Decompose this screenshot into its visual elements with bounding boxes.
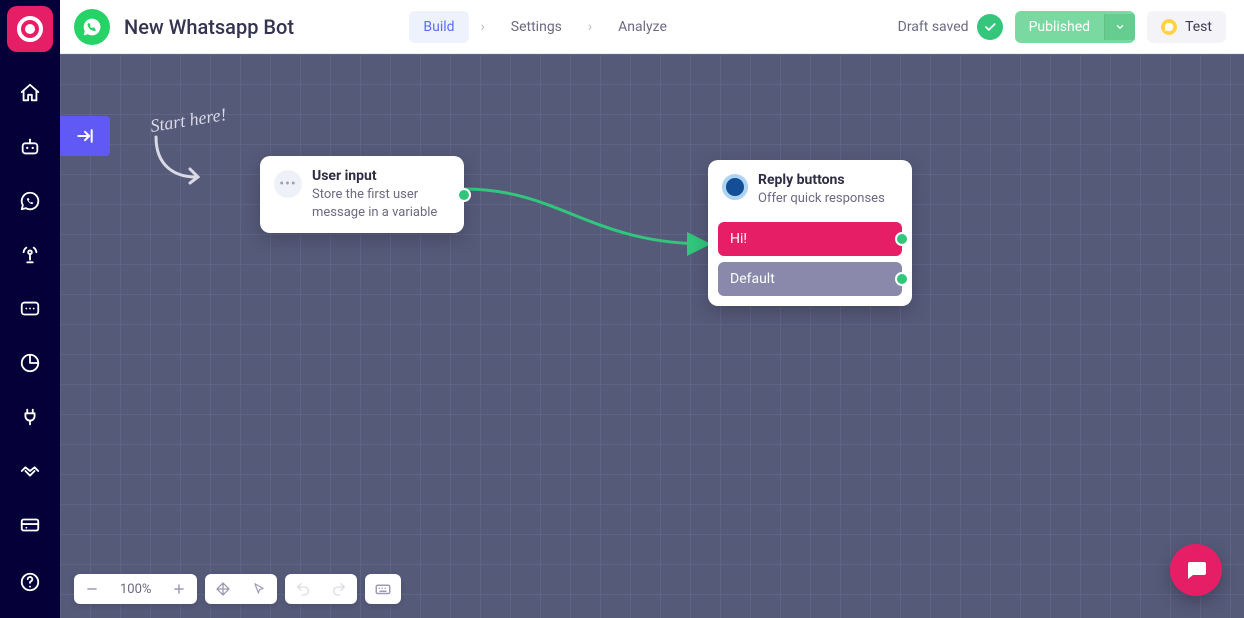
app-sidebar [0, 0, 60, 618]
test-button[interactable]: Test [1147, 11, 1226, 43]
flow-canvas[interactable]: Start here! ••• User input Store the fir… [60, 54, 1244, 618]
select-tool-button[interactable] [241, 574, 277, 604]
header-actions: Draft saved Published Test [898, 11, 1226, 43]
nav-home[interactable] [10, 73, 50, 113]
tab-separator: › [481, 19, 485, 35]
app-logo[interactable] [7, 6, 53, 52]
test-label: Test [1185, 19, 1212, 35]
cursor-icon [252, 582, 266, 596]
tab-build[interactable]: Build [409, 11, 468, 43]
help-icon [19, 571, 41, 593]
pan-tool-button[interactable] [205, 574, 241, 604]
undo-button[interactable] [285, 574, 321, 604]
plus-icon [172, 582, 186, 596]
nav-billing[interactable] [10, 505, 50, 545]
analytics-icon [19, 352, 41, 374]
draft-status: Draft saved [898, 14, 1003, 40]
support-chat-button[interactable] [1170, 544, 1222, 596]
broadcast-icon [19, 244, 41, 266]
channel-whatsapp-icon [74, 9, 110, 45]
node-title: User input [312, 168, 450, 184]
reply-option-label: Default [730, 271, 775, 287]
builder-tabs: Build › Settings › Analyze [409, 11, 681, 43]
nav-integrations[interactable] [10, 397, 50, 437]
whatsapp-icon [19, 190, 41, 212]
zoom-in-button[interactable] [161, 574, 197, 604]
publish-button[interactable]: Published [1015, 11, 1135, 43]
node-reply-buttons[interactable]: Reply buttons Offer quick responses Hi! … [708, 160, 912, 306]
cursor-mode-controls [205, 574, 277, 604]
home-icon [19, 82, 41, 104]
keyboard-icon [374, 580, 392, 598]
draft-status-label: Draft saved [898, 19, 969, 35]
zoom-out-button[interactable] [74, 574, 110, 604]
nav-bots[interactable] [10, 127, 50, 167]
chevron-down-icon[interactable] [1104, 14, 1135, 40]
node-user-input[interactable]: ••• User input Store the first user mess… [260, 156, 464, 233]
nav-inbox[interactable] [10, 289, 50, 329]
check-icon [977, 14, 1003, 40]
nav-whatsapp[interactable] [10, 181, 50, 221]
nav-broadcast[interactable] [10, 235, 50, 275]
node-desc: Store the first user message in a variab… [312, 186, 450, 221]
tab-analyze[interactable]: Analyze [604, 11, 681, 43]
reply-option-label: Hi! [730, 231, 747, 247]
bot-icon [19, 136, 41, 158]
history-controls [285, 574, 357, 604]
panel-collapse-handle[interactable] [60, 116, 110, 156]
minus-icon [85, 582, 99, 596]
nav-help[interactable] [10, 562, 50, 602]
output-port[interactable] [895, 232, 909, 246]
node-desc: Offer quick responses [758, 190, 885, 208]
tab-settings[interactable]: Settings [497, 11, 576, 43]
keyboard-shortcuts [365, 574, 401, 604]
move-icon [215, 581, 231, 597]
collapse-icon [75, 126, 95, 146]
nav-analytics[interactable] [10, 343, 50, 383]
top-header: New Whatsapp Bot Build › Settings › Anal… [60, 0, 1244, 54]
zoom-value: 100% [110, 582, 161, 597]
node-title: Reply buttons [758, 172, 885, 188]
canvas-grid [60, 54, 1244, 618]
reply-option-hi[interactable]: Hi! [718, 222, 902, 256]
main-area: New Whatsapp Bot Build › Settings › Anal… [60, 0, 1244, 618]
reply-option-default[interactable]: Default [718, 262, 902, 296]
zoom-controls: 100% [74, 574, 197, 604]
test-whatsapp-icon [1161, 19, 1177, 35]
output-port[interactable] [895, 272, 909, 286]
reply-buttons-icon [722, 174, 748, 200]
keyboard-button[interactable] [365, 574, 401, 604]
redo-icon [331, 581, 347, 597]
output-port[interactable] [457, 188, 471, 202]
plug-icon [19, 406, 41, 428]
canvas-toolbar: 100% [74, 574, 401, 604]
tab-separator: › [588, 19, 592, 35]
chat-icon [1184, 558, 1208, 582]
undo-icon [295, 581, 311, 597]
speech-bubble-icon: ••• [274, 170, 302, 198]
nav-partners[interactable] [10, 451, 50, 491]
publish-label: Published [1015, 11, 1104, 43]
redo-button[interactable] [321, 574, 357, 604]
bot-title[interactable]: New Whatsapp Bot [124, 15, 294, 39]
handshake-icon [19, 460, 41, 482]
inbox-icon [19, 298, 41, 320]
billing-icon [19, 514, 41, 536]
